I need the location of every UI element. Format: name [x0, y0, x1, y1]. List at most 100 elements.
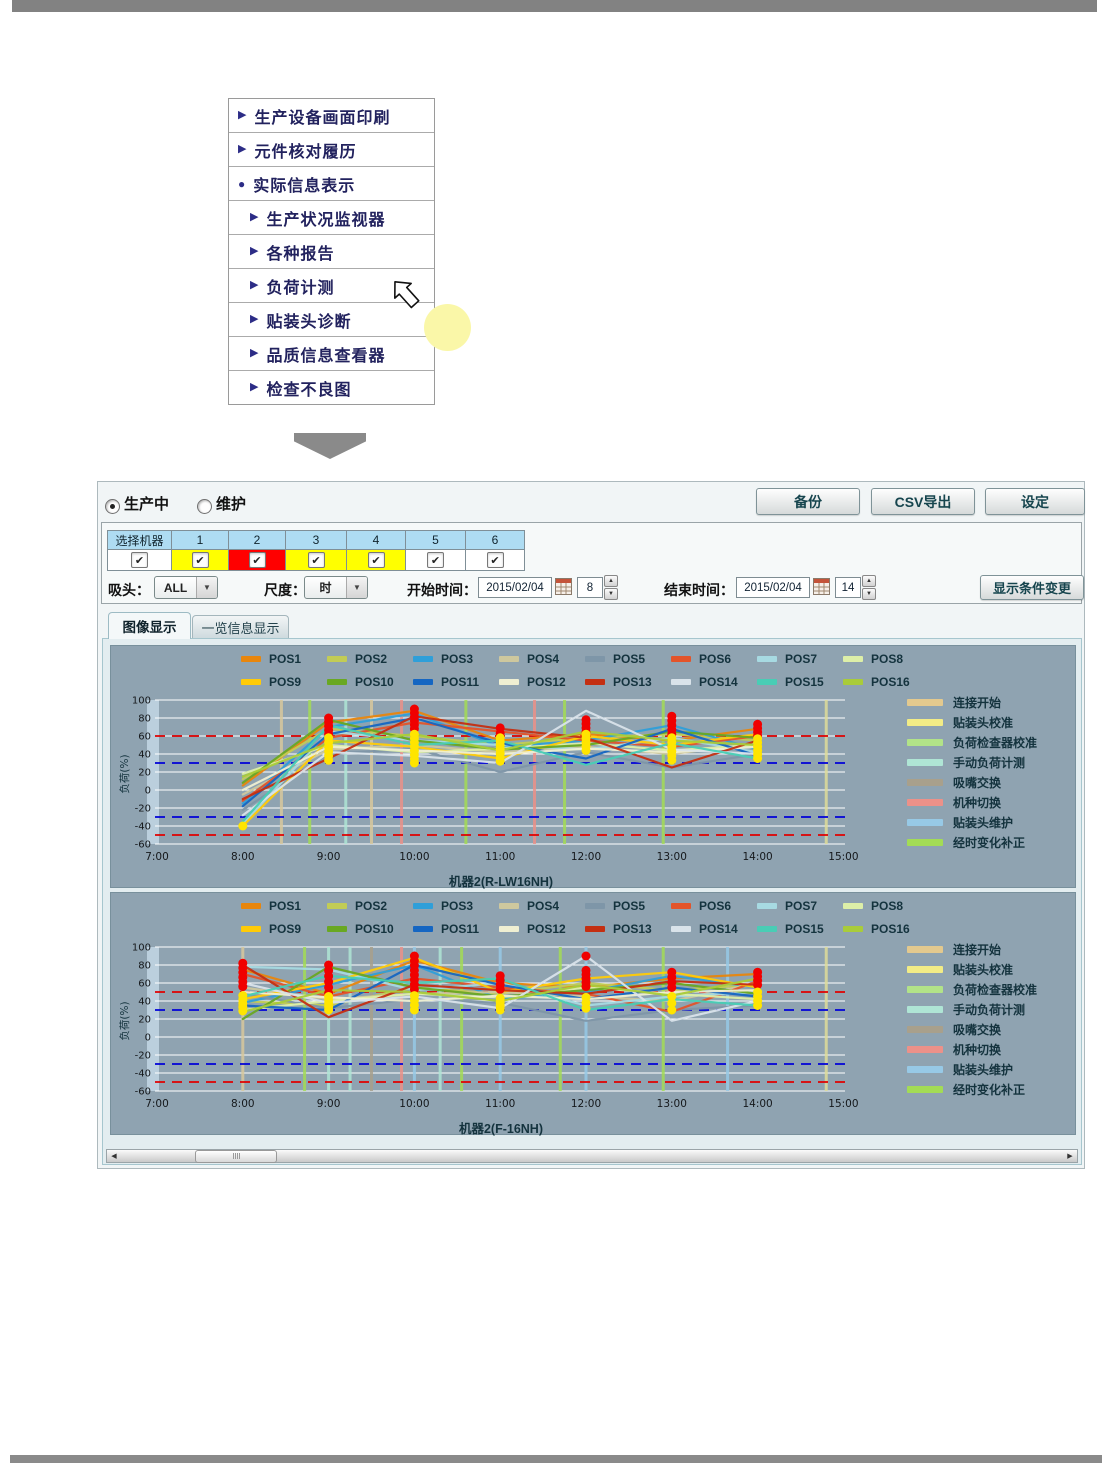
event-legend-swatch: [907, 778, 943, 786]
pos-legend-label: POS14: [699, 675, 738, 689]
machine-table-header-cell: 3: [286, 531, 347, 550]
menu-item-5[interactable]: ▶ 各种报告: [229, 235, 434, 269]
event-legend-label: 机种切换: [953, 795, 1002, 810]
nozzle-dropdown-value: ALL: [163, 580, 188, 595]
dropdown-arrow-icon[interactable]: ▼: [346, 577, 367, 598]
radio-maintenance[interactable]: [197, 499, 212, 514]
start-hour-input[interactable]: 8: [577, 577, 603, 598]
backup-button[interactable]: 备份: [756, 488, 860, 515]
spinner-up-button[interactable]: ▲: [862, 575, 876, 587]
chart-area: POS1 POS2 POS3 POS4 POS5 POS6 POS7 POS8 POS9 POS1…: [102, 638, 1082, 1165]
mouse-cursor-icon: [394, 281, 420, 309]
pos-legend-item: POS15: [757, 922, 843, 936]
condition-box: 选择机器 1 2 3 4 5 6 ✔ ✔ ✔ ✔ ✔ ✔ ✔ 吸头： ALL ▼ 尺度： 时 ▼ 开始时间…: [101, 522, 1084, 604]
menu: ▶ 生产设备画面印刷 ▶ 元件核对履历 ● 实际信息表示 ▶ 生产状况监视器 ▶ 各种报告 ▶ 负荷计…: [228, 98, 435, 405]
dropdown-arrow-icon[interactable]: ▼: [196, 577, 217, 598]
calendar-icon[interactable]: [555, 578, 572, 595]
pos-legend-item: POS16: [843, 675, 929, 689]
menu-item-label: 实际信息表示: [253, 177, 356, 195]
machine-checkbox[interactable]: ✔: [486, 552, 504, 568]
pos-legend-label: POS3: [441, 652, 474, 666]
pos-legend-label: POS16: [871, 675, 910, 689]
pos-legend-item: POS5: [585, 652, 671, 666]
pos-legend-swatch: [499, 926, 519, 932]
spinner-up-button[interactable]: ▲: [604, 575, 618, 587]
menu-item-1[interactable]: ▶ 生产设备画面印刷: [229, 99, 434, 133]
machine-checkbox[interactable]: ✔: [367, 552, 385, 568]
svg-text:13:00: 13:00: [657, 1098, 687, 1110]
chart-panel-2: POS1 POS2 POS3 POS4 POS5 POS6 POS7 POS8 POS9 POS1…: [110, 892, 1076, 1136]
menu-item-9[interactable]: ▶ 检查不良图: [229, 371, 434, 404]
pos-legend-swatch: [327, 926, 347, 932]
scrollbar-thumb[interactable]: [195, 1149, 277, 1163]
menu-item-label: 生产状况监视器: [266, 211, 386, 229]
machine-checkbox[interactable]: ✔: [427, 552, 444, 568]
calendar-icon[interactable]: [813, 578, 830, 595]
event-legend-label: 经时变化补正: [953, 835, 1026, 850]
end-date-input[interactable]: 2015/02/04: [736, 577, 810, 598]
pos-legend-label: POS5: [613, 652, 646, 666]
event-legend-label: 负荷检查器校准: [953, 982, 1038, 997]
pos-legend-swatch: [585, 679, 605, 685]
pos-legend-swatch: [757, 926, 777, 932]
event-legend-item: 连接开始: [907, 939, 1037, 959]
tab-list-info-display[interactable]: 一览信息显示: [192, 615, 289, 639]
spinner-down-button[interactable]: ▼: [862, 588, 876, 600]
pos-legend-item: POS6: [671, 899, 757, 913]
pos-legend-item: POS3: [413, 899, 499, 913]
pos-legend-label: POS1: [269, 652, 302, 666]
machine-cell-3: ✔: [286, 550, 347, 571]
svg-text:-60: -60: [135, 840, 151, 851]
pos-legend-row: POS1 POS2 POS3 POS4 POS5 POS6 POS7 POS8: [241, 652, 929, 666]
event-legend-item: 负荷检查器校准: [907, 979, 1037, 999]
scale-dropdown[interactable]: 时 ▼: [304, 576, 368, 599]
radio-production-label[interactable]: 生产中: [124, 493, 169, 514]
scroll-right-arrow-icon[interactable]: ▶: [1063, 1150, 1077, 1162]
menu-item-3[interactable]: ● 实际信息表示: [229, 167, 434, 201]
arrow-icon: ▶: [238, 109, 247, 121]
pos-legend-item: POS7: [757, 899, 843, 913]
pos-legend-item: POS13: [585, 922, 671, 936]
radio-maintenance-label[interactable]: 维护: [216, 493, 246, 514]
csv-export-button[interactable]: CSV导出: [871, 488, 975, 515]
end-hour-input[interactable]: 14: [835, 577, 861, 598]
machine-checkbox[interactable]: ✔: [191, 552, 209, 568]
machine-checkbox[interactable]: ✔: [248, 552, 266, 568]
pos-legend-label: POS10: [355, 922, 394, 936]
pos-legend-swatch: [413, 679, 433, 685]
menu-item-4[interactable]: ▶ 生产状况监视器: [229, 201, 434, 235]
pos-legend-row: POS1 POS2 POS3 POS4 POS5 POS6 POS7 POS8: [241, 899, 929, 913]
machine-checkbox[interactable]: ✔: [131, 552, 148, 568]
pos-legend-swatch: [499, 656, 519, 662]
machine-cell-4: ✔: [347, 550, 406, 571]
svg-text:80: 80: [138, 714, 151, 725]
nozzle-dropdown[interactable]: ALL ▼: [154, 576, 218, 599]
machine-checkbox[interactable]: ✔: [307, 552, 325, 568]
event-legend-swatch: [907, 1085, 943, 1093]
event-legend-item: 贴装头校准: [907, 712, 1037, 732]
machine-cell-2: ✔: [229, 550, 286, 571]
pos-legend-swatch: [757, 903, 777, 909]
pos-legend-item: POS11: [413, 922, 499, 936]
svg-text:0: 0: [145, 1033, 151, 1044]
scroll-left-arrow-icon[interactable]: ◀: [107, 1150, 121, 1162]
event-legend-swatch: [907, 1065, 943, 1073]
display-condition-change-button[interactable]: 显示条件变更: [980, 575, 1084, 600]
machine-cell-选择机器: ✔: [108, 550, 172, 571]
horizontal-scrollbar[interactable]: ◀ ▶: [106, 1149, 1078, 1163]
event-legend-item: 机种切换: [907, 1039, 1037, 1059]
spinner-down-button[interactable]: ▼: [604, 588, 618, 600]
settings-button[interactable]: 设定: [985, 488, 1085, 515]
pos-legend-swatch: [241, 903, 261, 909]
pos-legend-item: POS12: [499, 922, 585, 936]
menu-item-2[interactable]: ▶ 元件核对履历: [229, 133, 434, 167]
tab-image-display[interactable]: 图像显示: [108, 612, 191, 639]
start-date-input[interactable]: 2015/02/04: [478, 577, 552, 598]
pos-legend-item: POS2: [327, 652, 413, 666]
pos-legend-label: POS13: [613, 675, 652, 689]
bullet-icon: ●: [238, 176, 246, 191]
radio-production[interactable]: [105, 499, 120, 514]
machine-table-header-cell: 6: [466, 531, 525, 550]
menu-item-8[interactable]: ▶ 品质信息查看器: [229, 337, 434, 371]
arrow-icon: ▶: [250, 313, 259, 325]
